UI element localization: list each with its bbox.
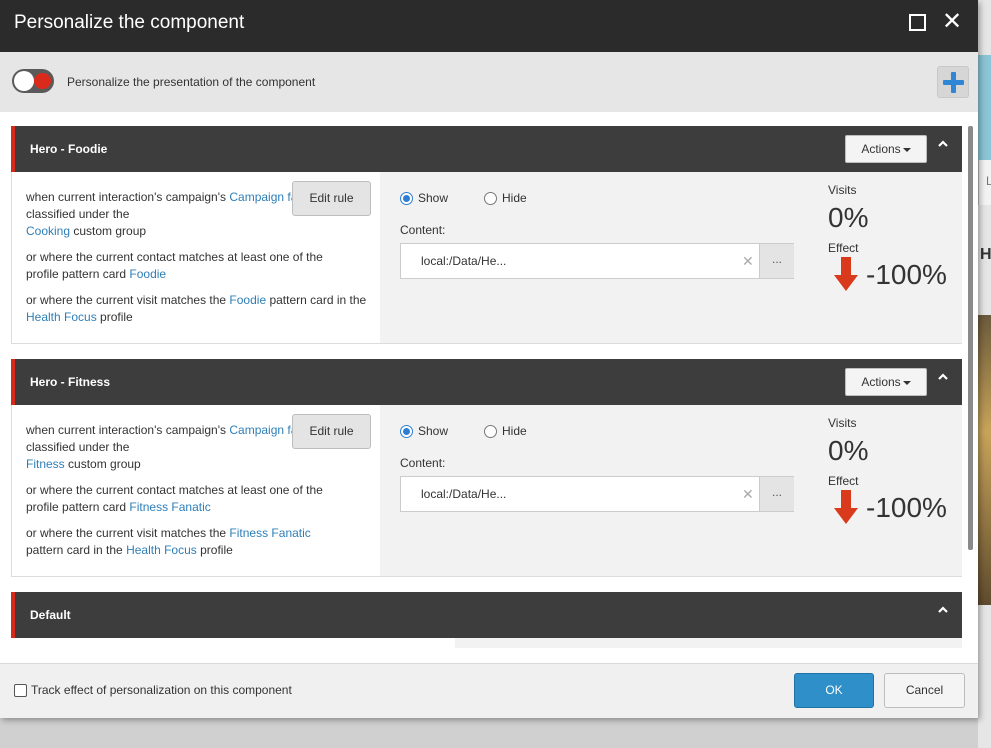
- personalize-dialog: Personalize the component ✕ Personalize …: [0, 0, 978, 718]
- toggle-description: Personalize the presentation of the comp…: [67, 75, 316, 89]
- effect-value: -100%: [866, 492, 947, 523]
- rule-link[interactable]: Health Focus: [26, 310, 97, 324]
- caret-down-icon: [902, 380, 911, 385]
- background-image: [978, 315, 991, 605]
- rule-link[interactable]: Fitness Fanatic: [129, 500, 210, 514]
- background-heading: H: [980, 246, 991, 263]
- rule-description: when current interaction's campaign's Ca…: [12, 405, 380, 576]
- hide-radio[interactable]: [484, 425, 497, 438]
- cancel-button[interactable]: Cancel: [884, 673, 965, 708]
- show-label: Show: [418, 424, 449, 438]
- toggle-indicator: [34, 73, 51, 89]
- track-effect-checkbox[interactable]: [14, 684, 27, 697]
- edit-rule-button[interactable]: Edit rule: [292, 414, 371, 449]
- dialog-title: Personalize the component: [14, 12, 245, 33]
- variant-header[interactable]: Hero - Fitness Actions: [11, 359, 962, 405]
- clear-icon[interactable]: ✕: [742, 486, 754, 503]
- content-label: Content:: [400, 223, 446, 237]
- arrow-down-icon: [834, 490, 858, 524]
- variant-content-panel: Show Hide Content: local:/Data/He... ✕ .…: [380, 172, 962, 343]
- variant-header[interactable]: Default: [11, 592, 962, 638]
- content-path-value: local:/Data/He...: [421, 254, 507, 268]
- effect-label: Effect: [828, 241, 859, 255]
- effect-value: -100%: [866, 259, 947, 290]
- personalize-toggle[interactable]: [12, 69, 54, 93]
- show-radio[interactable]: [400, 192, 413, 205]
- show-label: Show: [418, 191, 449, 205]
- toggle-knob: [14, 71, 34, 91]
- scrollbar[interactable]: [968, 126, 973, 550]
- dialog-footer: Track effect of personalization on this …: [0, 663, 978, 718]
- content-path-field[interactable]: local:/Data/He... ✕ ...: [400, 476, 794, 512]
- visits-value: 0%: [828, 202, 869, 233]
- variant-header[interactable]: Hero - Foodie Actions: [11, 126, 962, 172]
- dialog-titlebar: Personalize the component ✕: [0, 0, 978, 52]
- add-variant-button[interactable]: [937, 66, 969, 98]
- browse-button[interactable]: ...: [759, 477, 794, 511]
- maximize-icon[interactable]: [909, 14, 926, 31]
- background-field: L: [978, 160, 991, 205]
- rule-description: when current interaction's campaign's Ca…: [12, 172, 380, 343]
- show-radio[interactable]: [400, 425, 413, 438]
- ok-button[interactable]: OK: [794, 673, 874, 708]
- rule-link[interactable]: Foodie: [229, 293, 266, 307]
- rule-line: or where the current visit matches the F…: [26, 526, 311, 557]
- variant-name: Hero - Foodie: [30, 142, 108, 156]
- browse-button[interactable]: ...: [759, 244, 794, 278]
- chevron-up-icon[interactable]: [937, 604, 949, 616]
- personalize-toolbar: Personalize the presentation of the comp…: [0, 52, 978, 112]
- actions-dropdown[interactable]: Actions: [845, 135, 927, 163]
- actions-label: Actions: [861, 375, 901, 389]
- variant-name: Hero - Fitness: [30, 375, 111, 389]
- hide-radio[interactable]: [484, 192, 497, 205]
- content-path-field[interactable]: local:/Data/He... ✕ ...: [400, 243, 794, 279]
- rule-link[interactable]: Fitness: [26, 457, 65, 471]
- effect-label: Effect: [828, 474, 859, 488]
- variant-body: when current interaction's campaign's Ca…: [11, 172, 962, 344]
- default-variant-body: [455, 638, 962, 648]
- rule-line: or where the current visit matches the F…: [26, 293, 367, 324]
- variant-content-panel: Show Hide Content: local:/Data/He... ✕ .…: [380, 405, 962, 576]
- variant-name: Default: [30, 608, 71, 622]
- variant-body: when current interaction's campaign's Ca…: [11, 405, 962, 577]
- edit-rule-button[interactable]: Edit rule: [292, 181, 371, 216]
- rule-link[interactable]: Health Focus: [126, 543, 197, 557]
- chevron-up-icon[interactable]: [937, 138, 949, 150]
- background-banner: [978, 55, 991, 160]
- rule-link[interactable]: Foodie: [129, 267, 166, 281]
- actions-dropdown[interactable]: Actions: [845, 368, 927, 396]
- content-label: Content:: [400, 456, 446, 470]
- hide-label: Hide: [502, 424, 527, 438]
- rule-link[interactable]: Cooking: [26, 224, 70, 238]
- chevron-up-icon[interactable]: [937, 371, 949, 383]
- visits-value: 0%: [828, 435, 869, 466]
- arrow-down-icon: [834, 257, 858, 291]
- clear-icon[interactable]: ✕: [742, 253, 754, 270]
- caret-down-icon: [902, 147, 911, 152]
- visits-label: Visits: [828, 416, 857, 430]
- rule-line: or where the current contact matches at …: [26, 250, 323, 281]
- rule-line: or where the current contact matches at …: [26, 483, 323, 514]
- track-effect-label: Track effect of personalization on this …: [31, 683, 292, 697]
- visits-label: Visits: [828, 183, 857, 197]
- variants-list: Hero - Foodie Actions when current inter…: [0, 112, 978, 662]
- content-path-value: local:/Data/He...: [421, 487, 507, 501]
- close-icon[interactable]: ✕: [942, 9, 962, 35]
- actions-label: Actions: [861, 142, 901, 156]
- hide-label: Hide: [502, 191, 527, 205]
- rule-link[interactable]: Fitness Fanatic: [229, 526, 310, 540]
